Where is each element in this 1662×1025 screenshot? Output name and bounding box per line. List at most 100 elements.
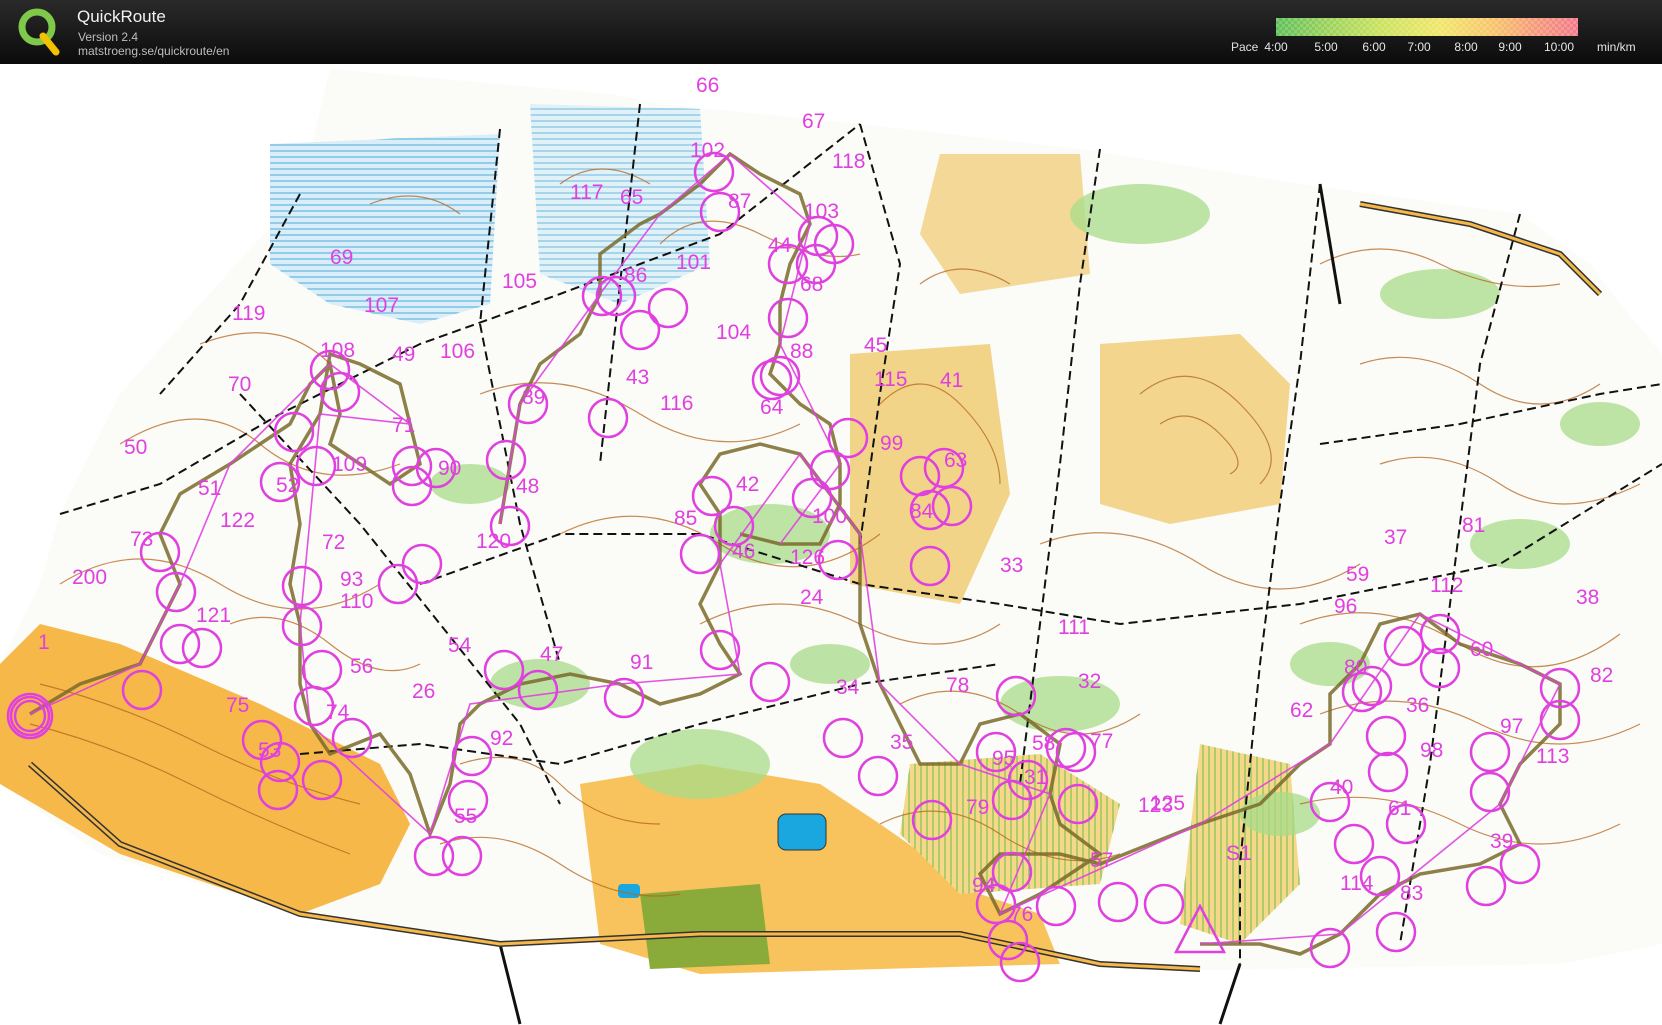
control-number: 75 bbox=[226, 694, 249, 717]
pace-tick: 5:00 bbox=[1314, 40, 1338, 54]
control-number: 83 bbox=[1400, 882, 1423, 905]
control-number: 115 bbox=[874, 368, 907, 391]
control-number: 60 bbox=[1470, 638, 1493, 661]
control-number: 63 bbox=[944, 449, 967, 472]
control-number: 54 bbox=[448, 634, 472, 657]
control-number: 67 bbox=[802, 110, 825, 133]
control-number: 100 bbox=[812, 505, 847, 528]
control-number: 112 bbox=[1430, 574, 1463, 597]
control-number: 26 bbox=[412, 680, 435, 703]
control-number: 42 bbox=[736, 473, 759, 496]
control-number: 77 bbox=[1090, 730, 1113, 753]
control-number: 70 bbox=[228, 373, 251, 396]
control-number: 120 bbox=[476, 530, 511, 553]
control-number: 101 bbox=[676, 251, 711, 274]
control-number: 95 bbox=[992, 747, 1015, 770]
control-number: 74 bbox=[326, 701, 350, 724]
pace-tick: 8:00 bbox=[1454, 40, 1478, 54]
control-number: 33 bbox=[1000, 554, 1023, 577]
control-number: 122 bbox=[220, 509, 255, 532]
pace-ticks: 4:00 5:00 6:00 7:00 8:00 9:00 10:00 bbox=[1264, 40, 1578, 54]
control-number: 32 bbox=[1078, 670, 1101, 693]
control-number: 66 bbox=[696, 74, 719, 97]
control-number: 96 bbox=[1334, 595, 1357, 618]
control-number: 90 bbox=[438, 457, 461, 480]
control-number: 72 bbox=[322, 531, 345, 554]
control-number: 106 bbox=[440, 340, 475, 363]
control-number: 107 bbox=[364, 294, 399, 317]
control-number: 81 bbox=[1462, 514, 1485, 537]
pace-label: Pace bbox=[1231, 40, 1259, 54]
control-number: 35 bbox=[890, 731, 913, 754]
control-number: 85 bbox=[674, 507, 697, 530]
control-number: 82 bbox=[1590, 664, 1613, 687]
control-number: 49 bbox=[392, 343, 415, 366]
pace-tick: 7:00 bbox=[1407, 40, 1431, 54]
control-number: 65 bbox=[620, 186, 643, 209]
control-number: 45 bbox=[864, 334, 887, 357]
app-title: QuickRoute bbox=[77, 7, 166, 26]
control-number: 57 bbox=[1090, 849, 1113, 872]
control-number: 118 bbox=[832, 150, 865, 173]
settlement bbox=[640, 884, 770, 969]
control-number: 119 bbox=[232, 302, 265, 325]
pace-unit: min/km bbox=[1597, 40, 1636, 54]
lake bbox=[777, 813, 827, 851]
control-number: 99 bbox=[880, 432, 903, 455]
control-number: 24 bbox=[800, 586, 824, 609]
control-number: 39 bbox=[1490, 830, 1513, 853]
control-number: 103 bbox=[804, 200, 839, 223]
app-version: Version 2.4 bbox=[78, 30, 139, 44]
control-number: 116 bbox=[660, 392, 693, 415]
control-number: 91 bbox=[630, 651, 653, 674]
pace-color-scale bbox=[1276, 18, 1578, 36]
control-number: 92 bbox=[490, 727, 513, 750]
control-number: 126 bbox=[790, 546, 825, 569]
control-number: 71 bbox=[392, 414, 415, 437]
pace-tick: 10:00 bbox=[1543, 40, 1575, 54]
control-number: 34 bbox=[836, 676, 860, 699]
control-number: 80 bbox=[1344, 656, 1367, 679]
control-number: 78 bbox=[946, 674, 969, 697]
map-canvas[interactable]: S1 1242631323334353637383940414243444546… bbox=[0, 64, 1662, 1025]
control-number: 69 bbox=[330, 246, 353, 269]
control-number: 125 bbox=[1150, 792, 1185, 815]
control-number: 113 bbox=[1536, 745, 1569, 768]
control-number: 41 bbox=[940, 369, 963, 392]
control-number: 86 bbox=[624, 264, 647, 287]
control-number: 38 bbox=[1576, 586, 1599, 609]
control-number: 59 bbox=[1346, 563, 1369, 586]
control-number: 121 bbox=[196, 604, 231, 627]
pond bbox=[618, 884, 640, 898]
control-number: 102 bbox=[690, 139, 725, 162]
control-number: 46 bbox=[732, 540, 755, 563]
control-number: 37 bbox=[1384, 526, 1407, 549]
control-number: 94 bbox=[972, 874, 996, 897]
control-number: 79 bbox=[966, 796, 989, 819]
control-number: 105 bbox=[502, 270, 537, 293]
finish-label: S1 bbox=[1226, 842, 1252, 865]
control-number: 56 bbox=[350, 655, 373, 678]
control-number: 51 bbox=[198, 477, 221, 500]
control-number: 36 bbox=[1406, 694, 1429, 717]
control-number: 111 bbox=[1058, 616, 1090, 639]
control-number: 117 bbox=[570, 181, 603, 204]
control-number: 61 bbox=[1388, 797, 1411, 820]
pace-tick: 6:00 bbox=[1362, 40, 1386, 54]
control-number: 1 bbox=[38, 631, 50, 654]
pace-tick: 4:00 bbox=[1264, 40, 1288, 54]
orienteering-map[interactable]: S1 1 24 26 31 32 33 34 35 36 37 38 39 40 41 42 43 44 45 46… bbox=[0, 64, 1662, 1025]
control-number: 200 bbox=[72, 566, 107, 589]
control-number: 47 bbox=[540, 643, 563, 666]
control-number: 43 bbox=[626, 366, 649, 389]
control-number: 97 bbox=[1500, 715, 1523, 738]
quickroute-logo-icon bbox=[18, 8, 60, 56]
control-number: 62 bbox=[1290, 699, 1313, 722]
pace-tick: 9:00 bbox=[1498, 40, 1522, 54]
control-number: 104 bbox=[716, 321, 751, 344]
control-number: 73 bbox=[130, 528, 153, 551]
app-url: matstroeng.se/quickroute/en bbox=[78, 44, 230, 58]
control-number: 98 bbox=[1420, 739, 1443, 762]
control-number: 109 bbox=[332, 453, 367, 476]
app-header: QuickRoute Version 2.4 matstroeng.se/qui… bbox=[0, 0, 1662, 64]
